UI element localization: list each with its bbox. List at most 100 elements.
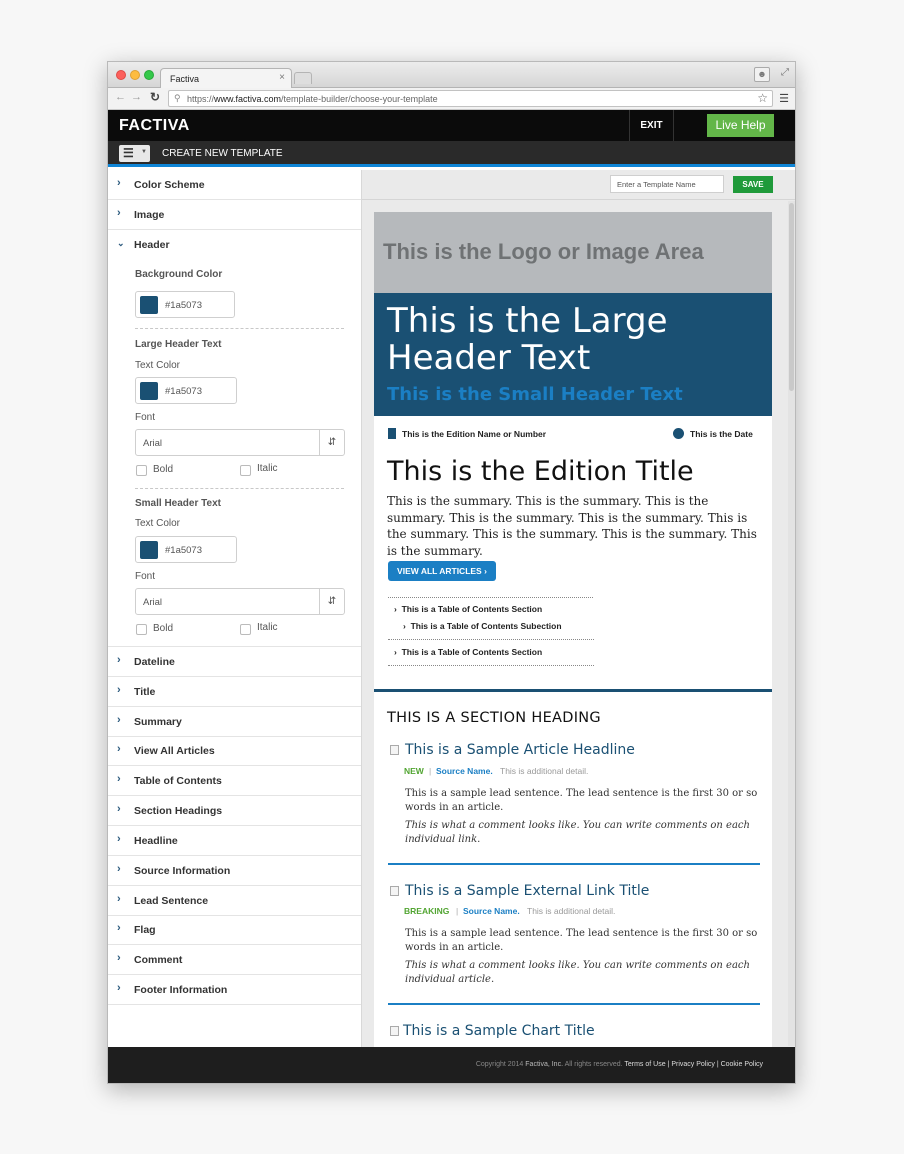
sidebar-item-label: Header [134,239,170,251]
select-value: Arial [143,597,163,608]
sidebar-item-header[interactable]: ⌄ Header [108,230,361,260]
color-swatch[interactable] [140,382,158,400]
logo-image-area[interactable]: This is the Logo or Image Area [374,212,772,293]
chart-title-link[interactable]: This is a Sample Chart Title [403,1023,595,1039]
divider [362,199,795,200]
external-link-title[interactable]: This is a Sample External Link Title [405,883,649,899]
divider [135,488,344,489]
article-flag: NEW [404,766,424,776]
chevron-right-icon: › [117,743,121,755]
font-label: Font [135,412,156,423]
toc-subsection-link[interactable]: › This is a Table of Contents Subection [403,621,562,631]
small-font-select[interactable]: Arial ⇵ [135,588,345,615]
sidebar-item-headline[interactable]: › Headline [108,826,361,856]
scrollbar-thumb[interactable] [789,203,794,391]
separator: | [429,766,432,776]
large-font-select[interactable]: Arial ⇵ [135,429,345,456]
divider [135,328,344,329]
chevron-right-icon: › [117,773,121,785]
source-name-link[interactable]: Source Name. [463,906,520,916]
sidebar-item-section-headings[interactable]: › Section Headings [108,796,361,826]
source-name-link[interactable]: Source Name. [436,766,493,776]
preview-header[interactable]: This is the Large Header Text This is th… [374,293,772,416]
settings-sidebar: › Color Scheme › Image ⌄ Header Backgrou… [108,170,362,1047]
sidebar-item-label: Summary [134,716,182,728]
background-color-field[interactable]: #1a5073 [135,291,235,318]
browser-menu-icon[interactable]: ☰ [779,92,789,105]
save-button[interactable]: SAVE [733,176,773,193]
article-flag: BREAKING [404,906,450,916]
sidebar-item-lead-sentence[interactable]: › Lead Sentence [108,886,361,916]
sidebar-item-flag[interactable]: › Flag [108,915,361,945]
sidebar-item-label: Flag [134,924,156,936]
additional-detail: This is additional detail. [527,906,616,916]
new-tab-button[interactable] [294,72,312,84]
updown-arrow-icon: ⇵ [319,589,344,614]
sidebar-item-footer-information[interactable]: › Footer Information [108,975,361,1005]
sidebar-item-table-of-contents[interactable]: › Table of Contents [108,766,361,796]
article-rule [388,1003,760,1005]
bookmark-star-icon[interactable]: ☆ [757,91,768,105]
user-icon[interactable]: ☻ [754,67,770,82]
sidebar-item-color-scheme[interactable]: › Color Scheme [108,170,361,200]
logo-area-text: This is the Logo or Image Area [383,239,704,264]
page-title: CREATE NEW TEMPLATE [162,148,283,159]
minimize-window-icon[interactable] [130,70,140,80]
tab-close-icon[interactable]: × [279,72,285,83]
sidebar-item-label: Image [134,209,165,221]
back-icon[interactable]: ← [115,91,126,103]
preview-panel: Enter a Template Name SAVE This is the L… [362,170,795,1047]
sidebar-item-source-information[interactable]: › Source Information [108,856,361,886]
fullscreen-icon[interactable]: ⤢ [781,67,789,78]
sidebar-item-label: Title [134,686,156,698]
sidebar-item-title[interactable]: › Title [108,677,361,707]
color-swatch[interactable] [140,541,158,559]
toc-section-link[interactable]: › This is a Table of Contents Section [394,604,542,614]
italic-checkbox[interactable] [240,465,251,476]
sidebar-item-label: Table of Contents [134,775,222,787]
hamburger-icon: ☰ [123,146,134,160]
italic-checkbox[interactable] [240,624,251,635]
large-text-color-field[interactable]: #1a5073 [135,377,237,404]
sidebar-item-label: Footer Information [134,984,228,996]
separator: | [456,906,459,916]
bold-label: Bold [153,464,174,475]
copyright-text: Copyright 2014 Factiva, Inc. All rights … [475,1061,763,1068]
edition-title: This is the Edition Title [387,456,694,487]
sidebar-item-summary[interactable]: › Summary [108,707,361,737]
reload-icon[interactable]: ↻ [150,90,160,104]
sidebar-item-image[interactable]: › Image [108,200,361,230]
small-header-label: Small Header Text [135,498,221,509]
color-value: #1a5073 [165,300,202,311]
footer-links[interactable]: Terms of Use | Privacy Policy | Cookie P… [624,1061,763,1068]
exit-button[interactable]: EXIT [629,110,674,141]
article-headline-link[interactable]: This is a Sample Article Headline [405,742,635,758]
preview-scrollbar[interactable] [788,201,795,1046]
color-swatch[interactable] [140,296,158,314]
chevron-down-icon: ⌄ [117,238,125,248]
sidebar-item-view-all-articles[interactable]: › View All Articles [108,736,361,766]
url-text: https://www.factiva.com/template-builder… [187,94,438,104]
bold-checkbox[interactable] [136,465,147,476]
forward-icon[interactable]: → [131,91,142,103]
template-name-input[interactable]: Enter a Template Name [610,175,724,193]
browser-tab-title: Factiva [170,74,200,84]
live-help-button[interactable]: Live Help [707,114,774,137]
sidebar-item-label: Section Headings [134,805,223,817]
close-window-icon[interactable] [116,70,126,80]
app-subheader: ☰ ▼ CREATE NEW TEMPLATE [108,141,795,167]
maximize-window-icon[interactable] [144,70,154,80]
toc-section-link[interactable]: › This is a Table of Contents Section [394,647,542,657]
bold-checkbox[interactable] [136,624,147,635]
chevron-right-icon: › [117,803,121,815]
menu-dropdown-button[interactable]: ☰ ▼ [119,145,150,162]
sidebar-item-comment[interactable]: › Comment [108,945,361,975]
browser-tab[interactable]: Factiva × [160,68,292,89]
address-bar[interactable]: ⚲ https://www.factiva.com/template-build… [168,90,773,107]
small-text-color-field[interactable]: #1a5073 [135,536,237,563]
updown-arrow-icon: ⇵ [319,430,344,455]
sidebar-item-dateline[interactable]: › Dateline [108,647,361,677]
article-comment: This is what a comment looks like. You c… [405,960,750,985]
browser-toolbar: ← → ↻ ⚲ https://www.factiva.com/template… [108,88,795,110]
view-all-articles-button[interactable]: VIEW ALL ARTICLES › [388,561,496,581]
